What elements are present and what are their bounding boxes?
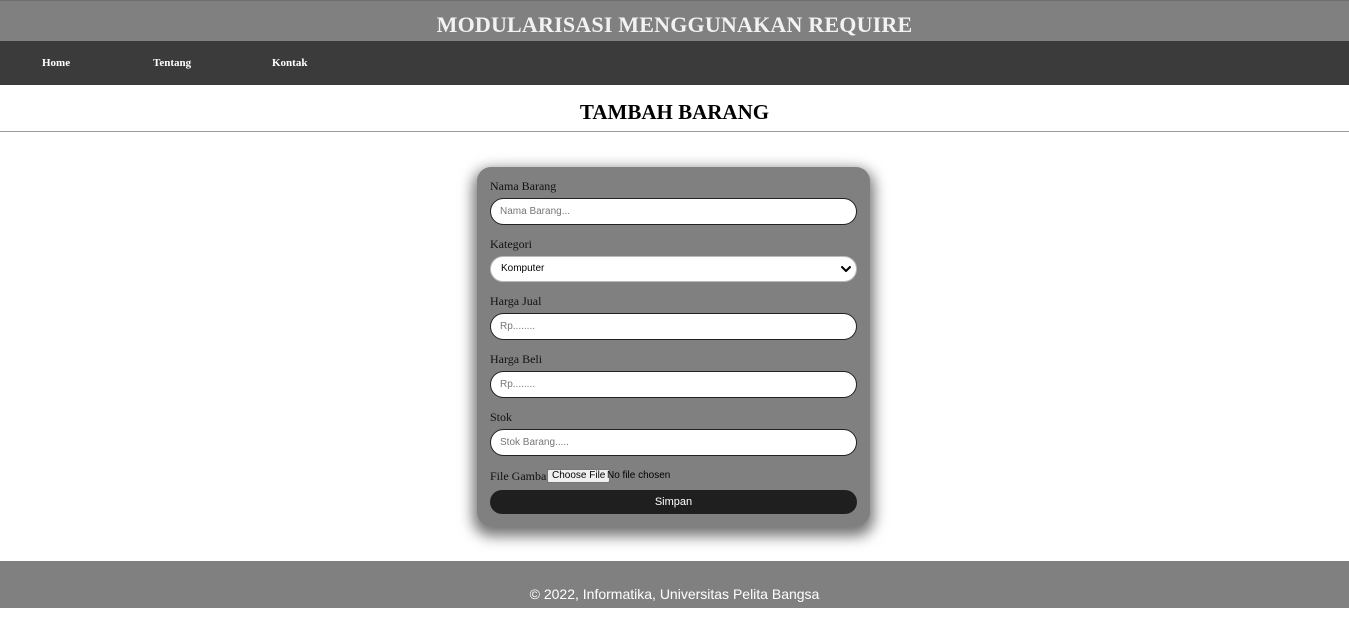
kategori-label: Kategori [490, 237, 532, 251]
harga-jual-label: Harga Jual [490, 294, 542, 308]
file-status-text: No file chosen [607, 470, 671, 481]
harga-beli-input[interactable] [490, 371, 857, 398]
chevron-down-icon [841, 266, 851, 272]
file-gambar-label: File Gambar [490, 469, 551, 483]
nav-home-link[interactable]: Home [42, 41, 70, 85]
kategori-select[interactable]: Komputer [490, 256, 857, 282]
choose-file-button[interactable]: Choose File [547, 469, 611, 483]
nav-tentang-link[interactable]: Tentang [153, 41, 191, 85]
nama-barang-label: Nama Barang [490, 179, 557, 193]
stok-label: Stok [490, 410, 513, 424]
nav-kontak-link[interactable]: Kontak [272, 41, 307, 85]
site-header: MODULARISASI MENGGUNAKAN REQUIRE [0, 0, 1349, 41]
site-footer: © 2022, Informatika, Universitas Pelita … [0, 561, 1349, 608]
simpan-button[interactable]: Simpan [490, 490, 857, 514]
page-title-bar: TAMBAH BARANG [0, 85, 1349, 132]
navbar: Home Tentang Kontak [0, 41, 1349, 85]
nama-barang-input[interactable] [490, 198, 857, 225]
harga-beli-label: Harga Beli [490, 352, 543, 366]
page-title: TAMBAH BARANG [579, 100, 770, 124]
kategori-selected-value: Komputer [501, 263, 545, 274]
stok-input[interactable] [490, 429, 857, 456]
harga-jual-input[interactable] [490, 313, 857, 340]
footer-copyright: © 2022, Informatika, Universitas Pelita … [529, 586, 820, 602]
tambah-barang-form: Nama Barang Kategori Komputer Harga Jual… [477, 167, 870, 526]
